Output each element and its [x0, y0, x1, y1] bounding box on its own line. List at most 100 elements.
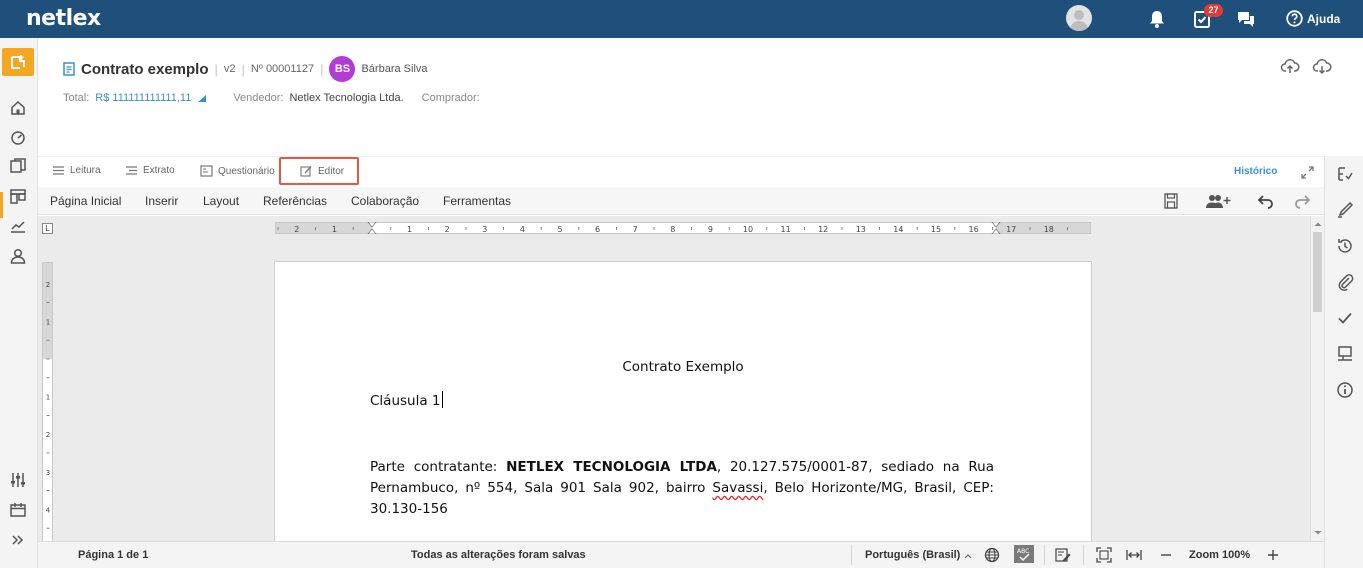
scroll-up-icon[interactable] — [1311, 218, 1324, 230]
menu-layout[interactable]: Layout — [203, 194, 239, 208]
ruler-label: 9 — [708, 225, 713, 234]
chat-icon[interactable] — [1236, 9, 1256, 29]
editor-area: L 21123456789101112131415161718 2112345 … — [38, 216, 1324, 541]
ruler-label: 1 — [407, 225, 412, 234]
zoom-level[interactable]: Zoom 100% — [1189, 549, 1250, 561]
fit-width-icon[interactable] — [1126, 547, 1142, 563]
extract-icon — [126, 166, 137, 175]
zoom-in-icon[interactable] — [1265, 547, 1281, 563]
tab-questionario[interactable]: Questionário — [200, 165, 275, 177]
bell-icon[interactable] — [1147, 9, 1167, 29]
add-users-icon[interactable] — [1204, 193, 1232, 209]
history-clock-icon[interactable] — [1335, 236, 1355, 256]
left-sidebar — [0, 38, 38, 568]
ruler-label: 1 — [332, 225, 337, 234]
home-icon[interactable] — [8, 98, 28, 118]
tab-editor[interactable]: Editor — [300, 165, 344, 177]
ruler-label: 3 — [482, 225, 487, 234]
dashboard-icon[interactable] — [8, 127, 28, 147]
ruler-label: 6 — [595, 225, 600, 234]
document-title[interactable]: Contrato exemplo — [81, 61, 209, 78]
cloud-upload-icon[interactable] — [1280, 56, 1300, 76]
top-bar: netlex 27 Ajuda — [0, 0, 1363, 38]
total-value: R$ 111111111111,11 — [95, 92, 192, 104]
settings-sliders-icon[interactable] — [8, 470, 28, 490]
chevron-up-icon[interactable] — [964, 553, 972, 559]
help-button[interactable]: Ajuda — [1286, 10, 1340, 27]
edit-icon — [300, 166, 312, 177]
attachment-icon[interactable] — [1335, 272, 1355, 292]
ruler-label: 2 — [294, 225, 299, 234]
tab-stop-selector[interactable]: L — [42, 223, 53, 234]
left-indent-marker — [367, 222, 377, 234]
save-icon[interactable] — [1162, 193, 1180, 209]
nav-create-button[interactable] — [2, 48, 34, 76]
seller-label: Vendedor: — [233, 92, 284, 104]
vertical-scrollbar[interactable] — [1310, 216, 1324, 541]
tab-leitura[interactable]: Leitura — [52, 165, 101, 176]
netlex-logo[interactable]: netlex — [26, 6, 101, 31]
owner-avatar[interactable]: BS — [329, 56, 356, 82]
total-expand-icon[interactable] — [197, 93, 207, 103]
misspelled-word[interactable]: Savassi — [712, 480, 763, 496]
ruler-label: 5 — [557, 225, 562, 234]
right-indent-marker — [991, 222, 1001, 234]
vertical-ruler-label: 3 — [46, 469, 50, 477]
zoom-out-icon[interactable] — [1158, 547, 1174, 563]
buyer-label: Comprador: — [421, 92, 480, 104]
user-icon[interactable] — [8, 246, 28, 266]
vertical-ruler-label: 2 — [46, 431, 50, 439]
reports-icon[interactable] — [8, 216, 28, 236]
ruler-label: 2 — [445, 225, 450, 234]
ruler-label: 16 — [969, 225, 979, 234]
check-icon[interactable] — [1335, 308, 1355, 328]
redo-icon[interactable] — [1294, 193, 1312, 209]
party-paragraph: Parte contratante: NETLEX TECNOLOGIA LTD… — [370, 459, 994, 517]
text-cursor — [441, 391, 443, 408]
owner-name: Bárbara Silva — [361, 63, 428, 75]
form-icon — [200, 165, 213, 177]
ruler-label: 8 — [670, 225, 675, 234]
page-count: Página 1 de 1 — [78, 549, 149, 561]
scroll-down-icon[interactable] — [1311, 527, 1324, 539]
status-bar: Página 1 de 1 Todas as alterações foram … — [38, 541, 1324, 568]
tab-extrato[interactable]: Extrato — [125, 165, 175, 176]
vertical-ruler-label: 1 — [46, 318, 50, 326]
document-header: Contrato exemplo | v2 | Nº 00001127 | BS… — [63, 56, 428, 82]
expand-sidebar-icon[interactable] — [8, 530, 28, 550]
calendar-icon[interactable] — [8, 500, 28, 520]
horizontal-ruler[interactable]: 2 1 1 2 3 4 5 6 7 8 9 10 11 12 13 14 15 16 17 18 — [275, 222, 1091, 234]
ruler-label: 18 — [1044, 225, 1054, 234]
fit-page-icon[interactable] — [1096, 547, 1112, 563]
history-link[interactable]: Histórico — [1234, 166, 1277, 177]
menu-referencias[interactable]: Referências — [263, 194, 327, 208]
document-info-row: Total: R$ 111111111111,11 Vendedor: Netl… — [63, 92, 480, 104]
clause-insert-icon[interactable] — [1335, 164, 1355, 184]
undo-icon[interactable] — [1256, 193, 1274, 209]
info-icon[interactable] — [1335, 380, 1355, 400]
expand-icon[interactable] — [1301, 166, 1314, 179]
menu-inserir[interactable]: Inserir — [145, 194, 178, 208]
menu-colaboracao[interactable]: Colaboração — [351, 194, 419, 208]
globe-icon[interactable] — [984, 547, 1000, 563]
vertical-ruler[interactable]: 2112345 — [42, 262, 53, 541]
seller-value: Netlex Tecnologia Ltda. — [289, 92, 404, 104]
menu-pagina-inicial[interactable]: Página Inicial — [50, 194, 121, 208]
cloud-download-icon[interactable] — [1312, 56, 1332, 76]
menu-ferramentas[interactable]: Ferramentas — [443, 194, 511, 208]
user-avatar[interactable] — [1066, 5, 1092, 31]
track-changes-icon[interactable] — [1055, 547, 1071, 563]
ruler-label: 4 — [520, 225, 525, 234]
documents-icon[interactable] — [8, 156, 28, 176]
document-plus-icon — [11, 55, 25, 69]
document-page[interactable]: Contrato Exemplo Cláusula 1 Parte contra… — [274, 261, 1092, 541]
templates-icon[interactable] — [8, 186, 28, 206]
scrollbar-thumb[interactable] — [1313, 232, 1322, 312]
language-selector[interactable]: Português (Brasil) — [865, 549, 960, 561]
document-icon — [63, 62, 75, 76]
ruler-label: 13 — [856, 225, 866, 234]
pen-icon[interactable] — [1335, 200, 1355, 220]
comment-icon[interactable] — [1335, 344, 1355, 364]
save-status: Todas as alterações foram salvas — [411, 549, 586, 561]
spellcheck-icon[interactable]: ABC — [1014, 545, 1034, 563]
